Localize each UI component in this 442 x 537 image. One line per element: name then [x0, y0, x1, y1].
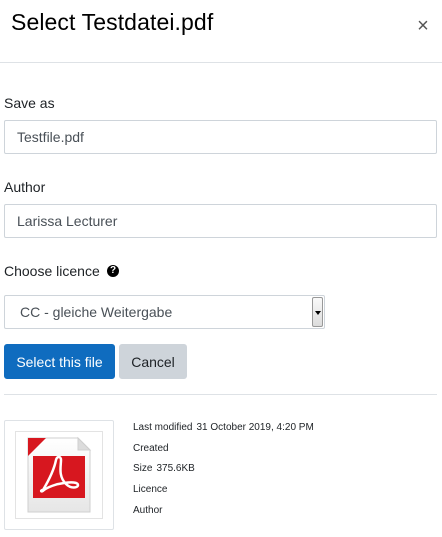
dialog-title: Select Testdatei.pdf [11, 9, 214, 35]
help-icon[interactable]: ? [107, 265, 119, 277]
meta-created: Created [133, 442, 169, 456]
meta-size: Size 375.6KB [133, 462, 195, 476]
created-label: Created [133, 443, 169, 454]
meta-author: Author [133, 504, 162, 518]
last-modified-value: 31 October 2019, 4:20 PM [196, 422, 314, 433]
close-icon[interactable]: × [413, 14, 433, 38]
save-as-label: Save as [4, 95, 55, 111]
dialog-header: Select Testdatei.pdf × [0, 0, 442, 63]
pdf-file-icon [27, 436, 92, 513]
last-modified-label: Last modified [133, 422, 193, 433]
thumbnail-frame [15, 431, 103, 519]
licence-select-value: CC - gleiche Weitergabe [20, 304, 173, 320]
file-thumbnail [4, 420, 114, 530]
licence-label: Choose licence [4, 263, 100, 279]
save-as-input[interactable] [4, 120, 437, 154]
select-file-button[interactable]: Select this file [4, 344, 115, 379]
meta-last-modified: Last modified 31 October 2019, 4:20 PM [133, 421, 314, 435]
author-label: Author [4, 179, 46, 195]
licence-select[interactable]: CC - gleiche Weitergabe [4, 295, 325, 329]
licence-info-label: Licence [133, 484, 168, 495]
author-info-label: Author [133, 505, 163, 516]
meta-licence: Licence [133, 483, 167, 497]
divider [4, 394, 437, 395]
size-value: 375.6KB [156, 463, 195, 474]
cancel-button[interactable]: Cancel [119, 344, 187, 379]
author-input[interactable] [4, 204, 437, 238]
size-label: Size [133, 463, 153, 474]
chevron-down-icon[interactable] [312, 297, 323, 327]
